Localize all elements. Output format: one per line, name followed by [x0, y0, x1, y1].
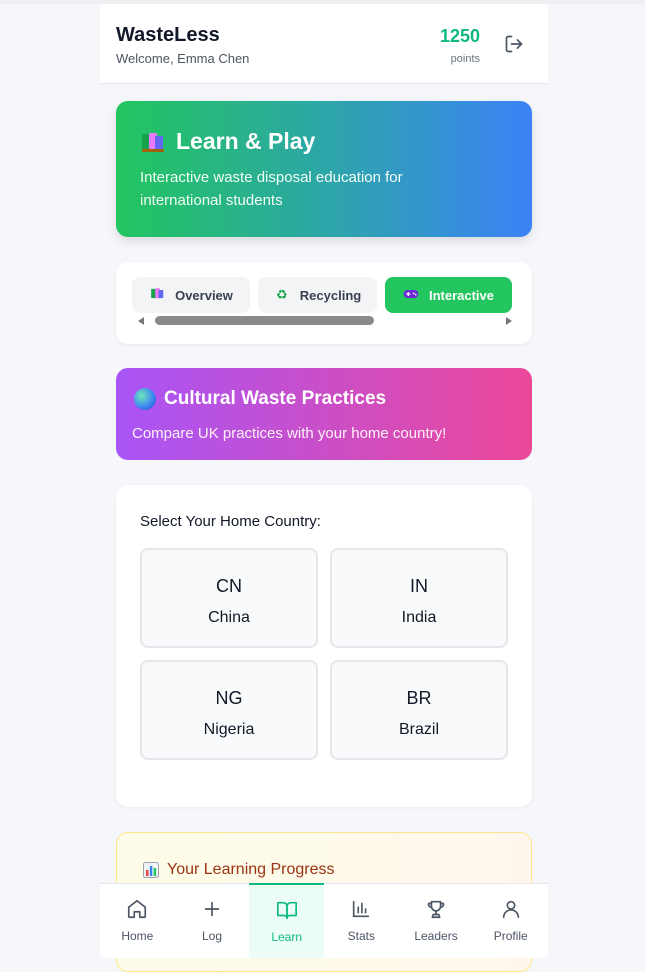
country-code: CN — [216, 576, 242, 596]
bar-chart-icon — [143, 862, 159, 878]
country-name: Nigeria — [203, 721, 255, 738]
nav-label: Leaders — [414, 929, 458, 943]
country-name: India — [401, 609, 437, 626]
country-code: IN — [410, 576, 428, 596]
bar-chart-icon — [350, 898, 372, 920]
nav-item-log[interactable]: Log — [175, 884, 250, 958]
culture-title-row: Cultural Waste Practices — [134, 388, 386, 410]
tab-label: Recycling — [299, 287, 362, 303]
nav-label: Profile — [493, 929, 528, 943]
tab-overview[interactable]: Overview — [132, 277, 250, 313]
app-container: WasteLess Welcome, Emma Chen 1250 points — [100, 4, 548, 972]
points-label: points — [450, 53, 480, 65]
learn-hero-banner: Learn & Play Interactive waste disposal … — [116, 101, 532, 237]
scroll-left-arrow-icon[interactable] — [138, 317, 144, 325]
country-select-title: Select Your Home Country: — [140, 513, 321, 530]
tab-label: Overview — [175, 287, 233, 303]
app-header: WasteLess Welcome, Emma Chen 1250 points — [100, 4, 548, 84]
nav-item-stats[interactable]: Stats — [324, 884, 399, 958]
hero-subtitle: Interactive waste disposal education for… — [140, 169, 403, 209]
books-icon — [149, 287, 165, 303]
country-code: BR — [406, 688, 432, 708]
nav-label: Home — [121, 929, 154, 943]
hero-title-row: Learn & Play — [140, 128, 315, 155]
progress-title: Your Learning Progress — [167, 861, 335, 878]
country-name: China — [208, 609, 250, 626]
nav-item-profile[interactable]: Profile — [473, 884, 548, 958]
tab-label: Interactive — [428, 287, 495, 303]
cultural-practices-banner: Cultural Waste Practices Compare UK prac… — [116, 368, 532, 460]
culture-subtitle: Compare UK practices with your home coun… — [132, 425, 447, 442]
nav-label: Log — [201, 929, 223, 943]
logout-icon[interactable] — [504, 34, 524, 54]
books-icon — [140, 131, 166, 153]
book-open-icon — [276, 899, 298, 921]
country-code: NG — [215, 688, 243, 708]
plus-icon — [201, 898, 223, 920]
scroll-right-arrow-icon[interactable] — [506, 317, 512, 325]
tab-recycling[interactable]: ♻ Recycling — [258, 277, 377, 313]
nav-label: Learn — [271, 930, 303, 944]
app-title: WasteLess — [116, 24, 220, 46]
globe-icon — [134, 388, 156, 410]
nav-item-home[interactable]: Home — [100, 884, 175, 958]
country-button-china[interactable]: CN China — [140, 548, 318, 648]
gamepad-icon — [403, 288, 419, 303]
hero-title: Learn & Play — [176, 128, 316, 154]
country-name: Brazil — [398, 721, 439, 738]
trophy-icon — [425, 898, 447, 920]
home-icon — [126, 898, 148, 920]
points-value: 1250 — [439, 26, 480, 46]
recycle-icon: ♻ — [275, 287, 288, 302]
tab-interactive[interactable]: Interactive — [385, 277, 512, 313]
scrollbar-thumb[interactable] — [155, 316, 374, 325]
culture-title: Cultural Waste Practices — [164, 388, 387, 409]
country-button-brazil[interactable]: BR Brazil — [330, 660, 508, 760]
learn-tabs: Overview ♻ Recycling Interactive — [116, 262, 532, 344]
nav-item-leaders[interactable]: Leaders — [399, 884, 474, 958]
user-icon — [500, 898, 522, 920]
progress-title-row: Your Learning Progress — [143, 861, 335, 879]
nav-item-learn[interactable]: Learn — [249, 883, 325, 958]
tabs-scrollbar[interactable] — [138, 316, 512, 325]
country-button-nigeria[interactable]: NG Nigeria — [140, 660, 318, 760]
country-button-india[interactable]: IN India — [330, 548, 508, 648]
welcome-text: Welcome, Emma Chen — [116, 51, 250, 66]
nav-label: Stats — [347, 929, 376, 943]
bottom-navigation: Home Log Learn Stats Leaders Profile — [100, 883, 548, 958]
country-select-card: Select Your Home Country: CN China IN In… — [116, 485, 532, 807]
